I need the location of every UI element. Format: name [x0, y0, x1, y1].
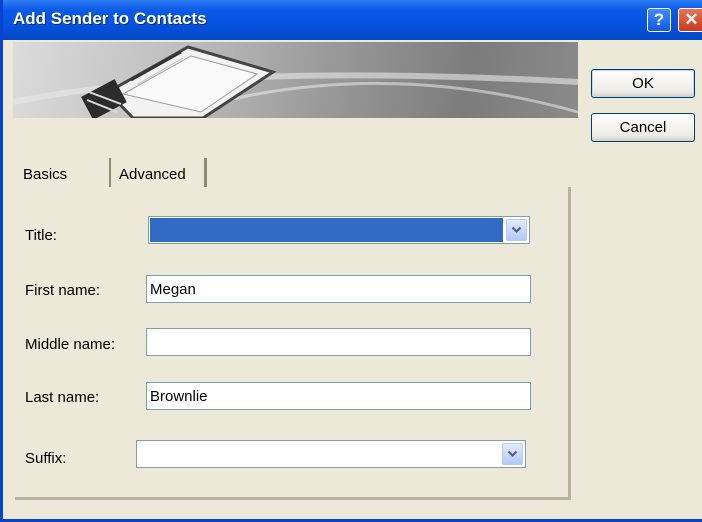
title-bar[interactable]: Add Sender to Contacts ? ✕ — [3, 0, 702, 40]
suffix-label: Suffix: — [25, 450, 67, 467]
last-name-field[interactable] — [146, 382, 531, 410]
close-button[interactable]: ✕ — [678, 8, 702, 32]
cancel-button[interactable]: Cancel — [591, 113, 695, 142]
tab-advanced[interactable]: Advanced — [111, 158, 207, 188]
chevron-down-icon — [507, 450, 518, 458]
suffix-select[interactable] — [136, 440, 526, 468]
title-label: Title: — [25, 227, 57, 244]
suffix-dropdown-button[interactable] — [502, 443, 523, 465]
title-dropdown-button[interactable] — [506, 219, 527, 241]
middle-name-field[interactable] — [146, 328, 531, 356]
window-title: Add Sender to Contacts — [13, 9, 207, 28]
title-select[interactable] — [148, 216, 530, 244]
last-name-label: Last name: — [25, 389, 100, 406]
ok-button[interactable]: OK — [591, 69, 695, 98]
chevron-down-icon — [511, 226, 522, 234]
help-button[interactable]: ? — [647, 8, 671, 32]
tab-basics[interactable]: Basics — [15, 158, 111, 188]
first-name-label: First name: — [25, 282, 101, 299]
header-banner-image — [13, 42, 578, 118]
notebook-icon — [105, 45, 277, 118]
close-icon: ✕ — [684, 10, 699, 29]
middle-name-label: Middle name: — [25, 336, 116, 353]
first-name-field[interactable] — [146, 275, 531, 303]
dialog-window: Add Sender to Contacts ? ✕ OK Cancel Bas… — [0, 0, 702, 522]
title-select-highlight — [150, 218, 503, 242]
help-icon: ? — [653, 10, 665, 29]
banner-artwork — [13, 45, 578, 118]
